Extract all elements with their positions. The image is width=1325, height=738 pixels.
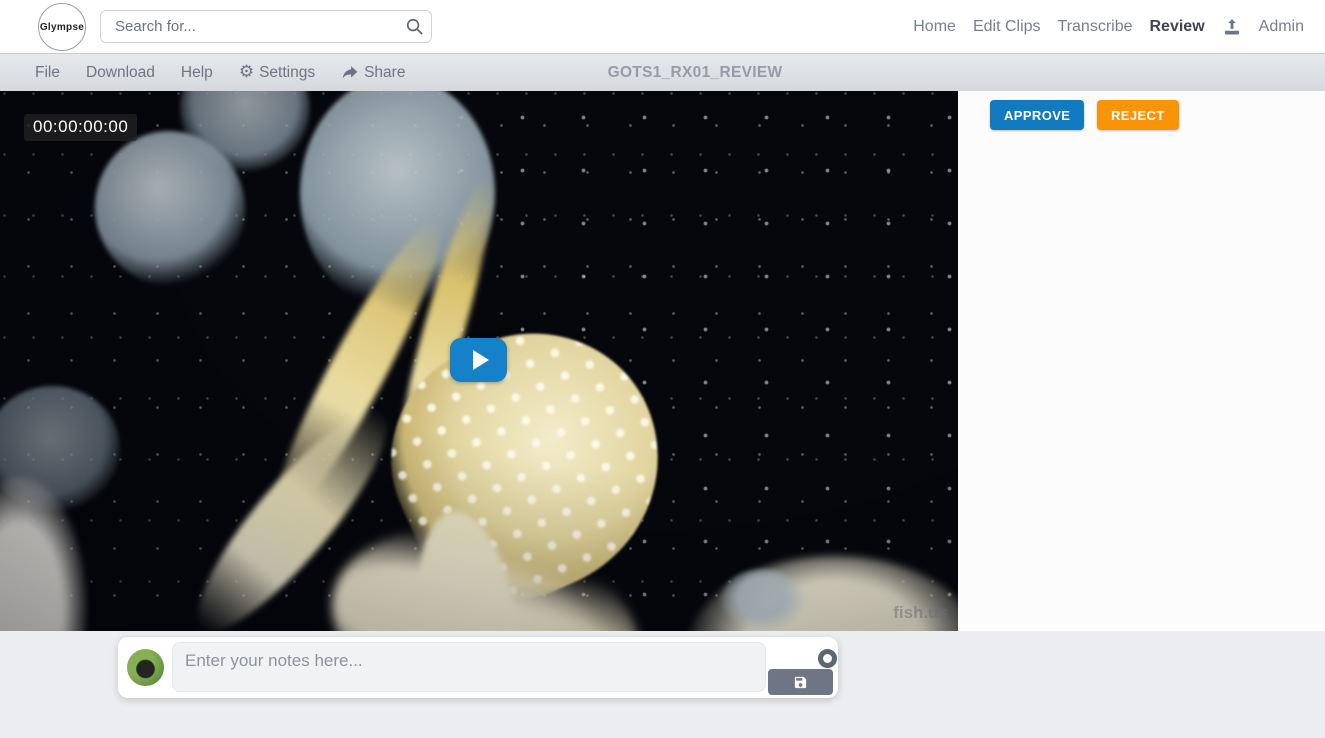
player-toolbar: File Download Help ⚙ Settings Share GOTS… [0, 53, 1325, 91]
notes-card [118, 637, 838, 698]
app-logo[interactable]: Glympse [38, 3, 86, 51]
menu-download[interactable]: Download [86, 64, 155, 82]
main-content: 00:00:00:00 fish.us APPROVE REJECT [0, 91, 1325, 631]
menu-settings[interactable]: ⚙ Settings [239, 64, 315, 82]
record-icon[interactable] [818, 649, 837, 668]
save-icon [793, 675, 808, 690]
primary-nav: Home Edit Clips Transcribe Review Admin [913, 0, 1304, 53]
user-avatar [127, 649, 164, 686]
app-logo-text: Glympse [40, 22, 84, 33]
menu-share[interactable]: Share [341, 64, 405, 82]
timecode-overlay: 00:00:00:00 [24, 114, 137, 141]
search-icon[interactable] [397, 17, 431, 36]
approve-button[interactable]: APPROVE [990, 100, 1084, 130]
reject-button[interactable]: REJECT [1097, 100, 1179, 130]
notes-bar [0, 631, 1325, 738]
nav-link-review[interactable]: Review [1150, 18, 1205, 36]
menu-file[interactable]: File [35, 64, 60, 82]
upload-icon[interactable] [1222, 17, 1242, 37]
top-navbar: Glympse Home Edit Clips Transcribe Revie… [0, 0, 1325, 53]
nav-link-edit-clips[interactable]: Edit Clips [973, 18, 1041, 36]
play-icon [473, 350, 489, 370]
video-watermark: fish.us [893, 603, 948, 623]
save-note-button[interactable] [768, 669, 833, 695]
menu-help[interactable]: Help [181, 64, 213, 82]
menu-settings-label: Settings [259, 64, 315, 82]
share-icon [341, 65, 359, 81]
gear-icon: ⚙ [239, 64, 254, 81]
nav-link-admin[interactable]: Admin [1259, 18, 1304, 36]
video-player[interactable]: 00:00:00:00 fish.us [0, 91, 958, 631]
review-panel: APPROVE REJECT [958, 91, 1325, 631]
nav-link-transcribe[interactable]: Transcribe [1058, 18, 1133, 36]
notes-input[interactable] [172, 642, 766, 692]
search-input[interactable] [101, 18, 397, 35]
nav-link-home[interactable]: Home [913, 18, 956, 36]
search-box [100, 10, 432, 43]
play-button[interactable] [450, 338, 507, 382]
clip-title: GOTS1_RX01_REVIEW [608, 64, 783, 82]
menu-share-label: Share [364, 64, 405, 82]
